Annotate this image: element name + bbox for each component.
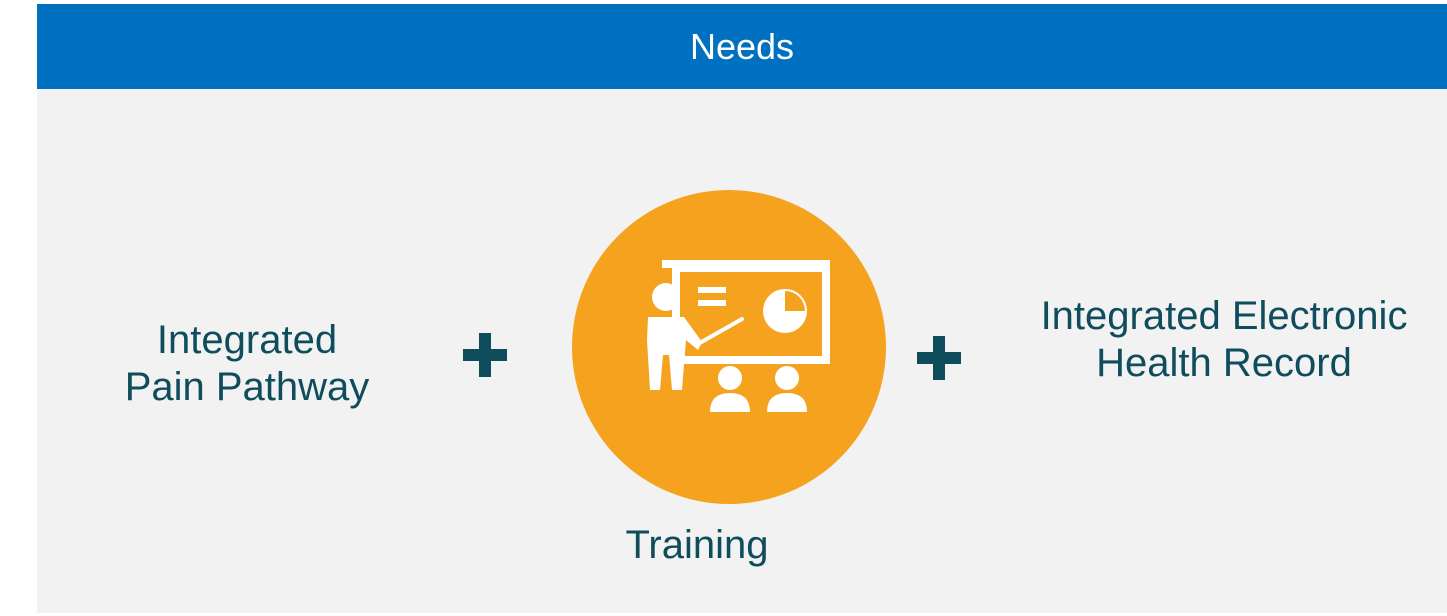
item-left-line1: Integrated	[156, 318, 338, 362]
plus-icon	[463, 333, 507, 377]
item-integrated-electronic-health-record: Integrated Electronic Health Record	[989, 293, 1447, 387]
header-title: Needs	[689, 25, 795, 67]
item-left-line2: Pain Pathway	[124, 365, 370, 409]
presentation-training-icon	[647, 260, 830, 412]
training-circle	[572, 190, 886, 504]
item-right-line1: Integrated Electronic	[1040, 294, 1408, 338]
item-right-line2: Health Record	[1096, 341, 1352, 385]
diagram-panel: Needs Integrated Pain Pathway Training I…	[37, 4, 1447, 613]
plus-icon	[917, 336, 961, 380]
header-bar: Needs	[37, 4, 1447, 89]
item-integrated-pain-pathway: Integrated Pain Pathway	[97, 317, 397, 411]
training-label: Training	[625, 523, 769, 567]
